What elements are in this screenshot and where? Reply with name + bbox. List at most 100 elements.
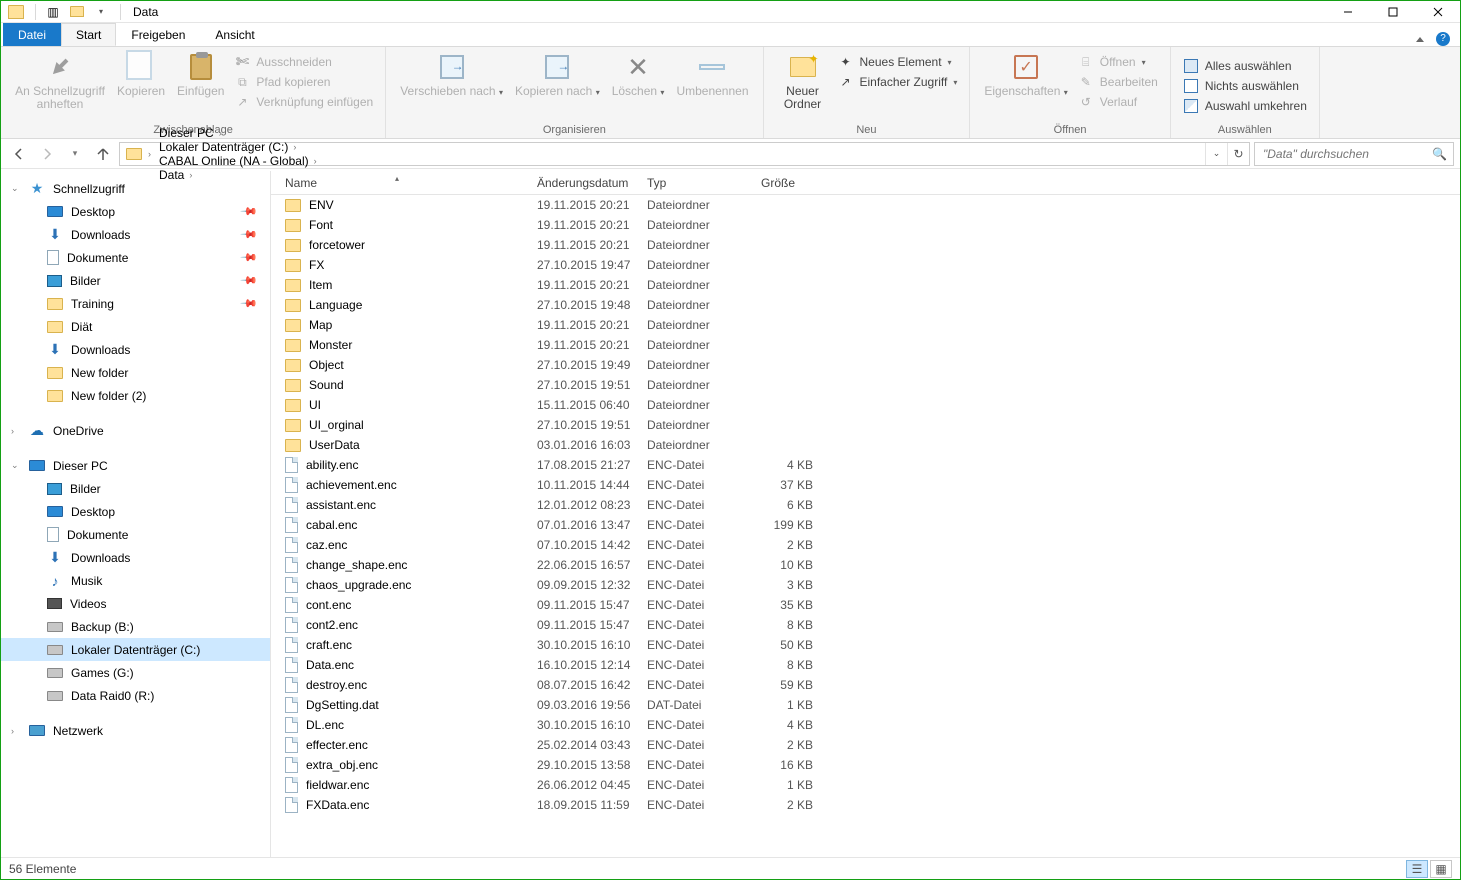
file-row[interactable]: UI_orginal27.10.2015 19:51Dateiordner — [271, 415, 1460, 435]
search-input[interactable] — [1261, 146, 1432, 162]
nav-pc-item[interactable]: Lokaler Datenträger (C:) — [1, 638, 270, 661]
nav-pane[interactable]: ⌄★Schnellzugriff Desktop📌⬇Downloads📌Doku… — [1, 171, 271, 857]
qat-dropdown-icon[interactable]: ▾ — [90, 3, 112, 21]
col-type[interactable]: Typ — [633, 176, 747, 190]
file-row[interactable]: Monster19.11.2015 20:21Dateiordner — [271, 335, 1460, 355]
nav-pc-item[interactable]: Data Raid0 (R:) — [1, 684, 270, 707]
file-row[interactable]: Object27.10.2015 19:49Dateiordner — [271, 355, 1460, 375]
edit-button[interactable]: ✎Bearbeiten — [1074, 73, 1162, 91]
file-row[interactable]: craft.enc30.10.2015 16:10ENC-Datei50 KB — [271, 635, 1460, 655]
nav-pc-item[interactable]: Videos — [1, 592, 270, 615]
file-row[interactable]: UI15.11.2015 06:40Dateiordner — [271, 395, 1460, 415]
file-row[interactable]: cont2.enc09.11.2015 15:47ENC-Datei8 KB — [271, 615, 1460, 635]
newfolder-button[interactable]: Neuer Ordner — [772, 49, 834, 113]
file-row[interactable]: FX27.10.2015 19:47Dateiordner — [271, 255, 1460, 275]
properties-button[interactable]: ✓Eigenschaften ▾ — [978, 49, 1073, 101]
delete-button[interactable]: ✕Löschen ▾ — [606, 49, 671, 101]
nav-thispc[interactable]: ⌄Dieser PC — [1, 454, 270, 477]
up-button[interactable] — [91, 142, 115, 166]
file-row[interactable]: effecter.enc25.02.2014 03:43ENC-Datei2 K… — [271, 735, 1460, 755]
nav-qa-item[interactable]: Diät — [1, 315, 270, 338]
pin-quickaccess-button[interactable]: An Schnellzugriff anheften — [9, 49, 111, 113]
file-row[interactable]: DgSetting.dat09.03.2016 19:56DAT-Datei1 … — [271, 695, 1460, 715]
nav-qa-item[interactable]: New folder — [1, 361, 270, 384]
file-row[interactable]: Font19.11.2015 20:21Dateiordner — [271, 215, 1460, 235]
file-row[interactable]: Item19.11.2015 20:21Dateiordner — [271, 275, 1460, 295]
col-size[interactable]: Größe — [747, 176, 827, 190]
back-button[interactable] — [7, 142, 31, 166]
file-row[interactable]: FXData.enc18.09.2015 11:59ENC-Datei2 KB — [271, 795, 1460, 815]
address-dropdown-icon[interactable]: ⌄ — [1205, 143, 1227, 165]
nav-pc-item[interactable]: Games (G:) — [1, 661, 270, 684]
rename-button[interactable]: Umbenennen — [670, 49, 754, 100]
tab-freigeben[interactable]: Freigeben — [116, 23, 200, 46]
nav-onedrive[interactable]: ›☁OneDrive — [1, 419, 270, 442]
qat-properties-icon[interactable]: ▥ — [42, 3, 64, 21]
nav-pc-item[interactable]: Dokumente — [1, 523, 270, 546]
qat-newfolder-icon[interactable] — [66, 3, 88, 21]
view-details-button[interactable]: ☰ — [1406, 860, 1428, 878]
copyto-button[interactable]: Kopieren nach ▾ — [509, 49, 606, 101]
tab-start[interactable]: Start — [61, 23, 116, 46]
selectnone-button[interactable]: Nichts auswählen — [1179, 77, 1311, 95]
file-row[interactable]: fieldwar.enc26.06.2012 04:45ENC-Datei1 K… — [271, 775, 1460, 795]
file-row[interactable]: Language27.10.2015 19:48Dateiordner — [271, 295, 1460, 315]
search-box[interactable]: 🔍 — [1254, 142, 1454, 166]
file-row[interactable]: cont.enc09.11.2015 15:47ENC-Datei35 KB — [271, 595, 1460, 615]
paste-button[interactable]: Einfügen — [171, 49, 230, 100]
view-icons-button[interactable]: ▦ — [1430, 860, 1452, 878]
file-row[interactable]: destroy.enc08.07.2015 16:42ENC-Datei59 K… — [271, 675, 1460, 695]
refresh-button[interactable]: ↻ — [1227, 143, 1249, 165]
nav-qa-item[interactable]: Training📌 — [1, 292, 270, 315]
nav-network[interactable]: ›Netzwerk — [1, 719, 270, 742]
forward-button[interactable] — [35, 142, 59, 166]
nav-pc-item[interactable]: Desktop — [1, 500, 270, 523]
collapse-ribbon-icon[interactable] — [1416, 37, 1424, 42]
nav-qa-item[interactable]: Bilder📌 — [1, 269, 270, 292]
cut-button[interactable]: ✄Ausschneiden — [230, 53, 377, 71]
nav-pc-item[interactable]: ⬇Downloads — [1, 546, 270, 569]
file-row[interactable]: chaos_upgrade.enc09.09.2015 12:32ENC-Dat… — [271, 575, 1460, 595]
copy-button[interactable]: Kopieren — [111, 49, 171, 100]
file-row[interactable]: forcetower19.11.2015 20:21Dateiordner — [271, 235, 1460, 255]
file-row[interactable]: assistant.enc12.01.2012 08:23ENC-Datei6 … — [271, 495, 1460, 515]
nav-quickaccess[interactable]: ⌄★Schnellzugriff — [1, 177, 270, 200]
nav-qa-item[interactable]: ⬇Downloads📌 — [1, 223, 270, 246]
moveto-button[interactable]: Verschieben nach ▾ — [394, 49, 509, 101]
file-list[interactable]: ENV19.11.2015 20:21DateiordnerFont19.11.… — [271, 195, 1460, 857]
file-row[interactable]: extra_obj.enc29.10.2015 13:58ENC-Datei16… — [271, 755, 1460, 775]
file-row[interactable]: caz.enc07.10.2015 14:42ENC-Datei2 KB — [271, 535, 1460, 555]
breadcrumb-item[interactable]: Dieser PC› — [155, 126, 326, 140]
col-name[interactable]: Name▴ — [271, 176, 523, 190]
pastelink-button[interactable]: ↗Verknüpfung einfügen — [230, 93, 377, 111]
nav-qa-item[interactable]: New folder (2) — [1, 384, 270, 407]
selectall-button[interactable]: Alles auswählen — [1179, 57, 1311, 75]
nav-pc-item[interactable]: Backup (B:) — [1, 615, 270, 638]
open-button[interactable]: ⌸Öffnen ▾ — [1074, 53, 1162, 71]
file-row[interactable]: Map19.11.2015 20:21Dateiordner — [271, 315, 1460, 335]
nav-pc-item[interactable]: Bilder — [1, 477, 270, 500]
maximize-button[interactable] — [1370, 1, 1415, 23]
recent-dropdown[interactable]: ▾ — [63, 142, 87, 166]
file-row[interactable]: UserData03.01.2016 16:03Dateiordner — [271, 435, 1460, 455]
help-icon[interactable]: ? — [1436, 32, 1450, 46]
address-bar[interactable]: › Dieser PC›Lokaler Datenträger (C:)›CAB… — [119, 142, 1250, 166]
easyaccess-button[interactable]: ↗Einfacher Zugriff ▾ — [834, 73, 962, 91]
invertselect-button[interactable]: Auswahl umkehren — [1179, 97, 1311, 115]
newitem-button[interactable]: ✦Neues Element ▾ — [834, 53, 962, 71]
nav-qa-item[interactable]: Desktop📌 — [1, 200, 270, 223]
file-row[interactable]: Data.enc16.10.2015 12:14ENC-Datei8 KB — [271, 655, 1460, 675]
breadcrumb-item[interactable]: Lokaler Datenträger (C:)› — [155, 140, 326, 154]
breadcrumb-item[interactable]: CABAL Online (NA - Global)› — [155, 154, 326, 168]
tab-datei[interactable]: Datei — [3, 23, 61, 46]
file-row[interactable]: ENV19.11.2015 20:21Dateiordner — [271, 195, 1460, 215]
copypath-button[interactable]: ⧉Pfad kopieren — [230, 73, 377, 91]
nav-qa-item[interactable]: Dokumente📌 — [1, 246, 270, 269]
tab-ansicht[interactable]: Ansicht — [200, 23, 269, 46]
file-row[interactable]: ability.enc17.08.2015 21:27ENC-Datei4 KB — [271, 455, 1460, 475]
minimize-button[interactable] — [1325, 1, 1370, 23]
file-row[interactable]: change_shape.enc22.06.2015 16:57ENC-Date… — [271, 555, 1460, 575]
file-row[interactable]: DL.enc30.10.2015 16:10ENC-Datei4 KB — [271, 715, 1460, 735]
file-row[interactable]: cabal.enc07.01.2016 13:47ENC-Datei199 KB — [271, 515, 1460, 535]
nav-pc-item[interactable]: ♪Musik — [1, 569, 270, 592]
